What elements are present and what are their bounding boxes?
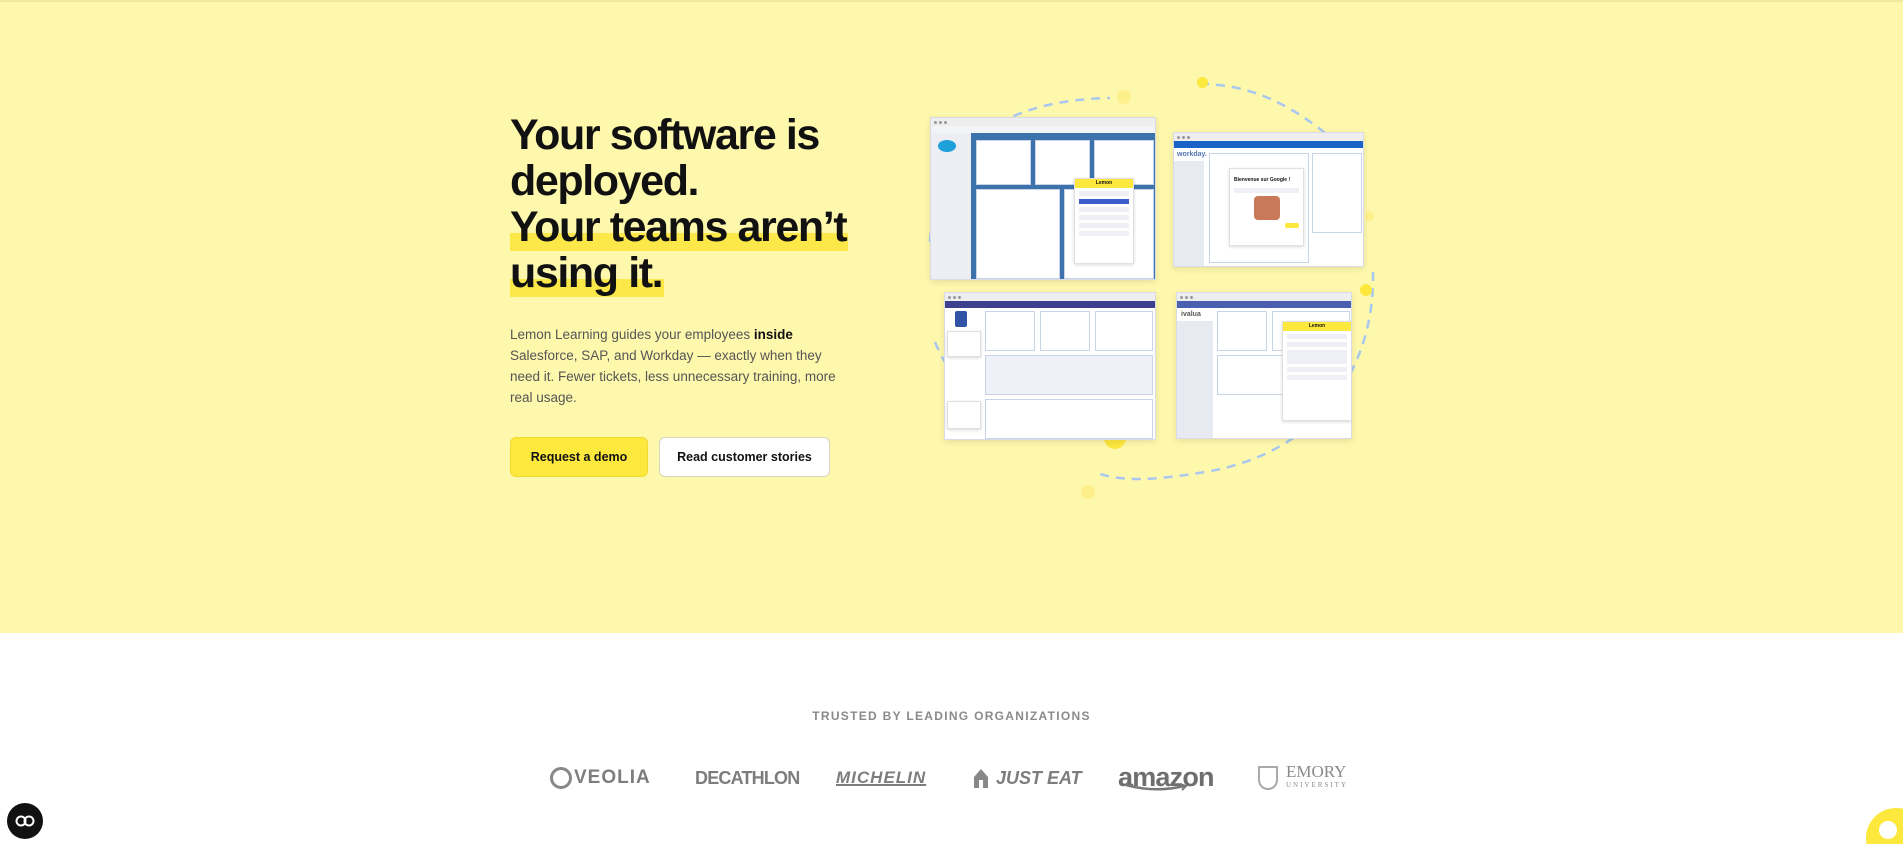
hero-desc-bold: inside	[753, 327, 793, 342]
hero-section: Your software is deployed. Your teams ar…	[0, 0, 1903, 633]
salesforce-cloud-icon	[938, 140, 956, 152]
client-logos: VEOLIA DECATHLON MICHELIN JUST EAT amazo…	[540, 758, 1360, 798]
dynamics-logo-icon	[955, 311, 967, 327]
welcome-illustration-icon	[1253, 196, 1280, 220]
decor-dot	[1117, 90, 1131, 104]
michelin-logo: MICHELIN	[836, 758, 926, 798]
just-eat-logo-text: JUST EAT	[996, 767, 1082, 788]
workday-screenshot: workday. Bienvenue sur Google !	[1173, 132, 1364, 267]
decathlon-logo: DECATHLON	[695, 758, 800, 798]
lemon-guide-panel: Lemon	[1074, 178, 1134, 264]
hero-title-line1: Your software is	[510, 111, 820, 159]
read-customer-stories-button[interactable]: Read customer stories	[659, 437, 830, 477]
hero-desc-text-rest: Salesforce, SAP, and Workday — exactly w…	[510, 348, 836, 405]
accessibility-icon	[15, 815, 35, 827]
emory-logo-subtext: UNIVERSITY	[1286, 780, 1348, 789]
chat-icon	[1879, 821, 1897, 839]
welcome-popup: Bienvenue sur Google !	[1229, 168, 1304, 246]
decor-dot	[1197, 77, 1208, 88]
hero-description: Lemon Learning guides your employees ins…	[510, 324, 845, 408]
hero-illustration: Lemon workday. Bienvenue sur Google ! iv…	[905, 72, 1405, 512]
trusted-heading: TRUSTED BY LEADING ORGANIZATIONS	[812, 709, 1091, 723]
hero-title-line2: deployed.	[510, 157, 700, 205]
emory-logo: EMORY UNIVERSITY	[1258, 758, 1348, 798]
amazon-logo: amazon	[1118, 758, 1215, 798]
salesforce-screenshot: Lemon	[930, 117, 1156, 280]
hero-title-highlight-line4: using it.	[510, 249, 665, 297]
hero-title: Your software is deployed. Your teams ar…	[510, 111, 930, 297]
dynamics-screenshot	[944, 292, 1156, 440]
just-eat-logo: JUST EAT	[972, 758, 1082, 798]
chat-button[interactable]	[1866, 808, 1903, 844]
decor-dot	[1365, 212, 1374, 221]
lemon-guide-panel: Lemon	[1282, 321, 1351, 421]
emory-crest-icon	[1258, 766, 1278, 790]
tooltip-card	[947, 331, 981, 357]
ivalua-logo: ivalua	[1181, 311, 1201, 318]
lemon-panel-title: Lemon	[1075, 179, 1133, 188]
hero-desc-text: Lemon Learning guides your employees	[510, 327, 754, 342]
accessibility-button[interactable]	[7, 803, 43, 839]
decathlon-logo-text: DECATHLON	[695, 767, 800, 788]
veolia-logo-text: VEOLIA	[574, 767, 651, 788]
workday-logo: workday.	[1177, 151, 1207, 158]
veolia-logo: VEOLIA	[550, 758, 651, 798]
hero-title-highlight-line3: Your teams aren’t	[510, 203, 849, 251]
just-eat-house-icon	[974, 769, 988, 788]
decor-dot	[1081, 485, 1095, 499]
ivalua-screenshot: ivalua Lemon	[1176, 292, 1352, 439]
lemon-panel-title: Lemon	[1283, 322, 1351, 331]
request-demo-button[interactable]: Request a demo	[510, 437, 648, 477]
welcome-popup-title: Bienvenue sur Google !	[1234, 177, 1291, 183]
tooltip-card	[947, 401, 981, 429]
veolia-ring-icon	[550, 767, 572, 789]
decor-dot	[1360, 284, 1372, 296]
amazon-smile-icon	[1125, 784, 1188, 791]
michelin-logo-text: MICHELIN	[836, 768, 927, 787]
